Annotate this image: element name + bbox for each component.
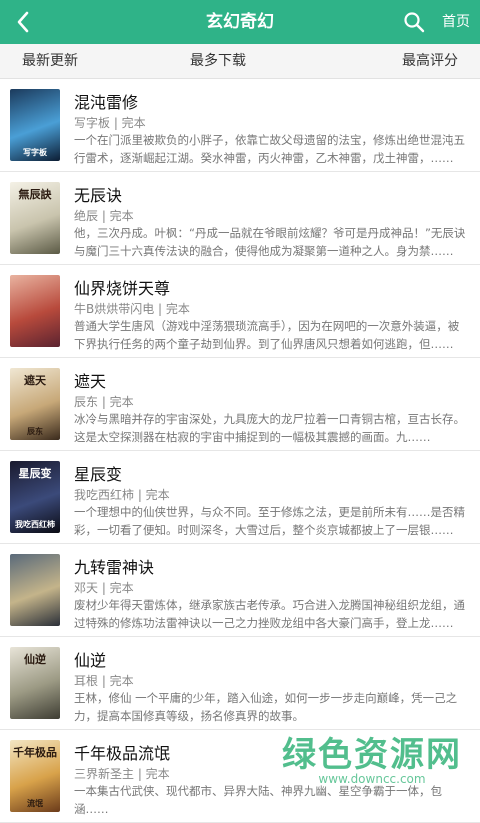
book-cover xyxy=(10,554,60,626)
book-meta: 写字板 | 完本 xyxy=(74,116,146,130)
book-cover: 仙逆 xyxy=(10,647,60,719)
book-description: 冰冷与黑暗并存的宇宙深处，九具庞大的龙尸拉着一口青铜古棺，亘古长存。这是太空探测… xyxy=(74,412,465,444)
book-meta: 邓天 | 完本 xyxy=(74,581,134,595)
book-description: 废材少年得天雷炼体，继承家族古老传承。巧合进入龙腾国神秘组织龙组，通过特殊的修炼… xyxy=(74,598,465,630)
book-description: 王林，修仙 一个平庸的少年，踏入仙途，如何一步一步走向巅峰，凭一己之力，提高本国… xyxy=(74,691,458,723)
book-title: 星辰变 xyxy=(74,465,123,484)
book-cover xyxy=(10,275,60,347)
book-meta: 我吃西红柿 | 完本 xyxy=(74,488,170,502)
book-title: 九转雷神诀 xyxy=(74,558,155,577)
book-meta: 绝辰 | 完本 xyxy=(74,209,134,223)
book-title: 仙界烧饼天尊 xyxy=(74,279,171,298)
sort-tabs: 最新更新 最多下载 最高评分 xyxy=(0,44,480,79)
book-title: 仙逆 xyxy=(74,651,107,670)
book-list-item[interactable]: 無辰訣 无辰诀 绝辰 | 完本 他，三次丹成。叶枫：“丹成一品就在爷眼前炫耀？爷… xyxy=(0,172,480,265)
site-watermark: 绿色资源网 www.downcc.com xyxy=(282,727,462,786)
book-description: 一本集古代武侠、现代都市、异界大陆、神界九幽、星空争霸于一体，包涵…… xyxy=(74,784,442,816)
book-list-item[interactable]: 星辰变 我吃西红柿 星辰变 我吃西红柿 | 完本 一个理想中的仙侠世界，与众不同… xyxy=(0,451,480,544)
book-cover: 千年极品 流氓 xyxy=(10,740,60,812)
book-meta: 耳根 | 完本 xyxy=(74,674,134,688)
book-description: 普通大学生唐风（游戏中淫荡猥琐流高手），因为在网吧的一次意外装逼，被下界执行任务… xyxy=(74,319,460,351)
tab-latest-update[interactable]: 最新更新 xyxy=(22,44,78,78)
book-meta: 牛B烘烘带闪电 | 完本 xyxy=(74,302,190,316)
book-list-item[interactable]: 九转雷神诀 邓天 | 完本 废材少年得天雷炼体，继承家族古老传承。巧合进入龙腾国… xyxy=(0,544,480,637)
book-cover: 遮天 辰东 xyxy=(10,368,60,440)
home-button[interactable]: 首页 xyxy=(442,0,470,44)
book-cover: 写字板 xyxy=(10,89,60,161)
top-bar: 玄幻奇幻 首页 xyxy=(0,0,480,44)
book-meta: 三界新圣主 | 完本 xyxy=(74,767,170,781)
tab-top-rated[interactable]: 最高评分 xyxy=(402,44,458,78)
book-list-item[interactable]: 遮天 辰东 遮天 辰东 | 完本 冰冷与黑暗并存的宇宙深处，九具庞大的龙尸拉着一… xyxy=(0,358,480,451)
book-list-item[interactable]: 仙界烧饼天尊 牛B烘烘带闪电 | 完本 普通大学生唐风（游戏中淫荡猥琐流高手），… xyxy=(0,265,480,358)
book-description: 他，三次丹成。叶枫：“丹成一品就在爷眼前炫耀？爷可是丹成神品！”无辰诀与魔门三十… xyxy=(74,226,466,258)
book-description: 一个在门派里被欺负的小胖子，依靠亡故父母遗留的法宝，修炼出绝世混沌五行雷术，逐渐… xyxy=(74,133,465,165)
book-list: 写字板 混沌雷修 写字板 | 完本 一个在门派里被欺负的小胖子，依靠亡故父母遗留… xyxy=(0,79,480,823)
book-title: 混沌雷修 xyxy=(74,93,139,112)
book-list-item[interactable]: 写字板 混沌雷修 写字板 | 完本 一个在门派里被欺负的小胖子，依靠亡故父母遗留… xyxy=(0,79,480,172)
book-description: 一个理想中的仙侠世界，与众不同。至于修炼之法，更是前所未有……是否精彩，一切看了… xyxy=(74,505,465,537)
watermark-text: 绿色资源网 xyxy=(282,735,462,775)
book-cover: 星辰变 我吃西红柿 xyxy=(10,461,60,533)
book-title: 遮天 xyxy=(74,372,107,391)
book-title: 千年极品流氓 xyxy=(74,744,171,763)
book-title: 无辰诀 xyxy=(74,186,123,205)
book-list-item[interactable]: 仙逆 仙逆 耳根 | 完本 王林，修仙 一个平庸的少年，踏入仙途，如何一步一步走… xyxy=(0,637,480,730)
search-icon[interactable] xyxy=(402,10,426,34)
tab-most-downloads[interactable]: 最多下载 xyxy=(190,44,246,78)
book-meta: 辰东 | 完本 xyxy=(74,395,134,409)
book-cover: 無辰訣 xyxy=(10,182,60,254)
